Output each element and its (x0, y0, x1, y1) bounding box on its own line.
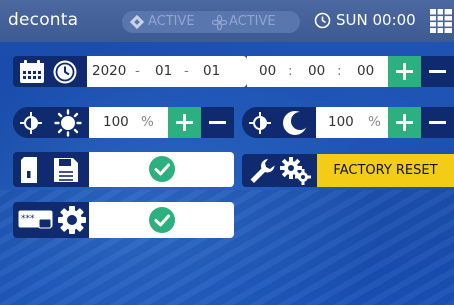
brightness-night-row: 100 % (242, 107, 454, 138)
brightness-day-increase-button[interactable] (168, 107, 201, 138)
date-sep-2: - (184, 63, 189, 79)
password-settings-row: *** (13, 202, 234, 238)
sd-card-icon (21, 157, 37, 183)
brightness-night-decrease-button[interactable] (421, 107, 454, 138)
time-sep-1: : (288, 63, 293, 79)
tools-icon-box (242, 154, 317, 187)
date-day[interactable]: 01 (203, 63, 220, 79)
gear-icon (58, 206, 86, 234)
save-settings-row (13, 152, 234, 187)
calendar-icon (20, 60, 44, 83)
time-minutes[interactable]: 00 (308, 63, 325, 79)
gears-icon (280, 157, 311, 185)
factory-reset-button[interactable]: FACTORY RESET (317, 154, 454, 187)
status-active-2: ACTIVE (229, 14, 276, 29)
check-icon (149, 207, 175, 233)
brightness-day-decrease-button[interactable] (201, 107, 234, 138)
status-indicator: ACTIVE ACTIVE (122, 11, 300, 33)
password-icon-box: *** (13, 202, 89, 238)
brightness-night-increase-button[interactable] (388, 107, 421, 138)
brightness-day-unit: % (141, 114, 154, 130)
clock-icon (53, 60, 77, 84)
brand-logo: deconta (8, 10, 79, 30)
date-month[interactable]: 01 (155, 63, 172, 79)
diamond-icon (130, 15, 144, 29)
time-field[interactable]: 00 : 00 : 00 (247, 56, 388, 87)
password-card-icon: *** (18, 210, 53, 229)
clock-icon (314, 12, 331, 29)
datetime-increase-button[interactable] (388, 56, 421, 87)
time-sep-2: : (337, 63, 342, 79)
date-sep-1: - (135, 63, 140, 79)
time-seconds[interactable]: 00 (357, 63, 374, 79)
sun-icon (54, 109, 82, 137)
time-hours[interactable]: 00 (259, 63, 276, 79)
save-icon-box (13, 152, 89, 187)
brightness-day-value[interactable]: 100 (103, 114, 129, 130)
brightness-icon (249, 112, 271, 134)
brightness-day-row: 100 % (13, 107, 234, 138)
menu-grid-icon[interactable] (430, 9, 452, 33)
datetime-icon-box (13, 56, 87, 87)
date-field[interactable]: 2020 - 01 - 01 (87, 56, 247, 87)
brightness-night-unit: % (368, 114, 381, 130)
moon-icon (283, 111, 309, 135)
clock-text: SUN 00:00 (336, 11, 416, 29)
check-icon (149, 156, 175, 182)
datetime-decrease-button[interactable] (421, 56, 454, 87)
save-icon (54, 158, 78, 182)
brightness-day-icon-box (13, 107, 89, 138)
datetime-row: 2020 - 01 - 01 00 : 00 : 00 (13, 56, 454, 87)
svg-text:***: *** (21, 214, 35, 224)
status-active-1: ACTIVE (148, 14, 195, 29)
wrench-icon (250, 159, 275, 183)
date-year[interactable]: 2020 (92, 63, 126, 79)
fan-icon (212, 15, 227, 30)
brightness-night-field[interactable]: 100 % (316, 107, 388, 138)
brightness-night-value[interactable]: 100 (328, 114, 354, 130)
save-confirm-button[interactable] (89, 152, 234, 187)
top-bar: deconta ACTIVE ACTIVE SUN 00:00 (0, 0, 454, 42)
password-confirm-button[interactable] (89, 202, 234, 238)
brightness-night-icon-box (242, 107, 316, 138)
brightness-day-field[interactable]: 100 % (89, 107, 168, 138)
brightness-icon (20, 112, 42, 134)
